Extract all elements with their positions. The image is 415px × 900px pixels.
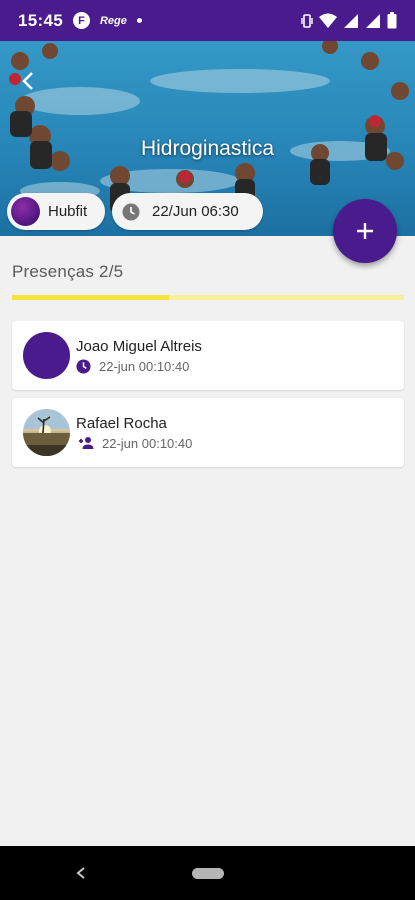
gym-chip[interactable]: Hubfit bbox=[7, 193, 105, 230]
datetime-chip[interactable]: 22/Jun 06:30 bbox=[112, 193, 263, 230]
avatar-photo bbox=[23, 409, 70, 456]
attendee-name: Rafael Rocha bbox=[76, 414, 167, 432]
gym-name: Hubfit bbox=[48, 203, 88, 220]
wifi-icon bbox=[319, 13, 337, 28]
presence-progress-fill bbox=[12, 295, 169, 300]
app-notification-icon-2: Rege bbox=[99, 14, 127, 27]
notification-dot-icon bbox=[136, 18, 142, 23]
nav-back-icon[interactable] bbox=[72, 863, 90, 883]
class-datetime: 22/Jun 06:30 bbox=[152, 203, 239, 220]
presence-count: Presenças 2/5 bbox=[12, 262, 124, 281]
system-nav-bar bbox=[0, 846, 415, 900]
checkin-time: 22-jun 00:10:40 bbox=[102, 435, 193, 451]
back-button[interactable] bbox=[14, 67, 42, 95]
avatar bbox=[23, 332, 70, 379]
status-bar: 15:45 F Rege bbox=[0, 0, 415, 41]
attendee-name: Joao Miguel Altreis bbox=[76, 337, 202, 355]
status-time: 15:45 bbox=[18, 10, 63, 30]
plus-icon bbox=[357, 223, 373, 239]
attendee-card[interactable]: Joao Miguel Altreis 22-jun 00:10:40 bbox=[12, 321, 404, 390]
checkin-time: 22-jun 00:10:40 bbox=[99, 358, 190, 374]
person-add-icon bbox=[79, 437, 94, 449]
add-attendee-button[interactable] bbox=[333, 199, 397, 263]
class-title: Hidroginastica bbox=[140, 137, 275, 160]
chevron-left-icon bbox=[22, 72, 33, 90]
signal-icon-2 bbox=[366, 13, 380, 28]
attendee-card[interactable]: Rafael Rocha 22-jun 00:10:40 bbox=[12, 398, 404, 467]
gym-avatar bbox=[11, 197, 40, 226]
app-notification-icon: F bbox=[72, 12, 90, 29]
clock-icon bbox=[76, 358, 91, 374]
nav-home-button[interactable] bbox=[192, 868, 224, 879]
avatar bbox=[23, 409, 70, 456]
signal-icon bbox=[344, 13, 358, 28]
presence-progress-bar bbox=[12, 295, 404, 300]
vibrate-icon bbox=[301, 13, 313, 28]
clock-icon bbox=[122, 203, 140, 220]
battery-icon bbox=[387, 12, 397, 29]
